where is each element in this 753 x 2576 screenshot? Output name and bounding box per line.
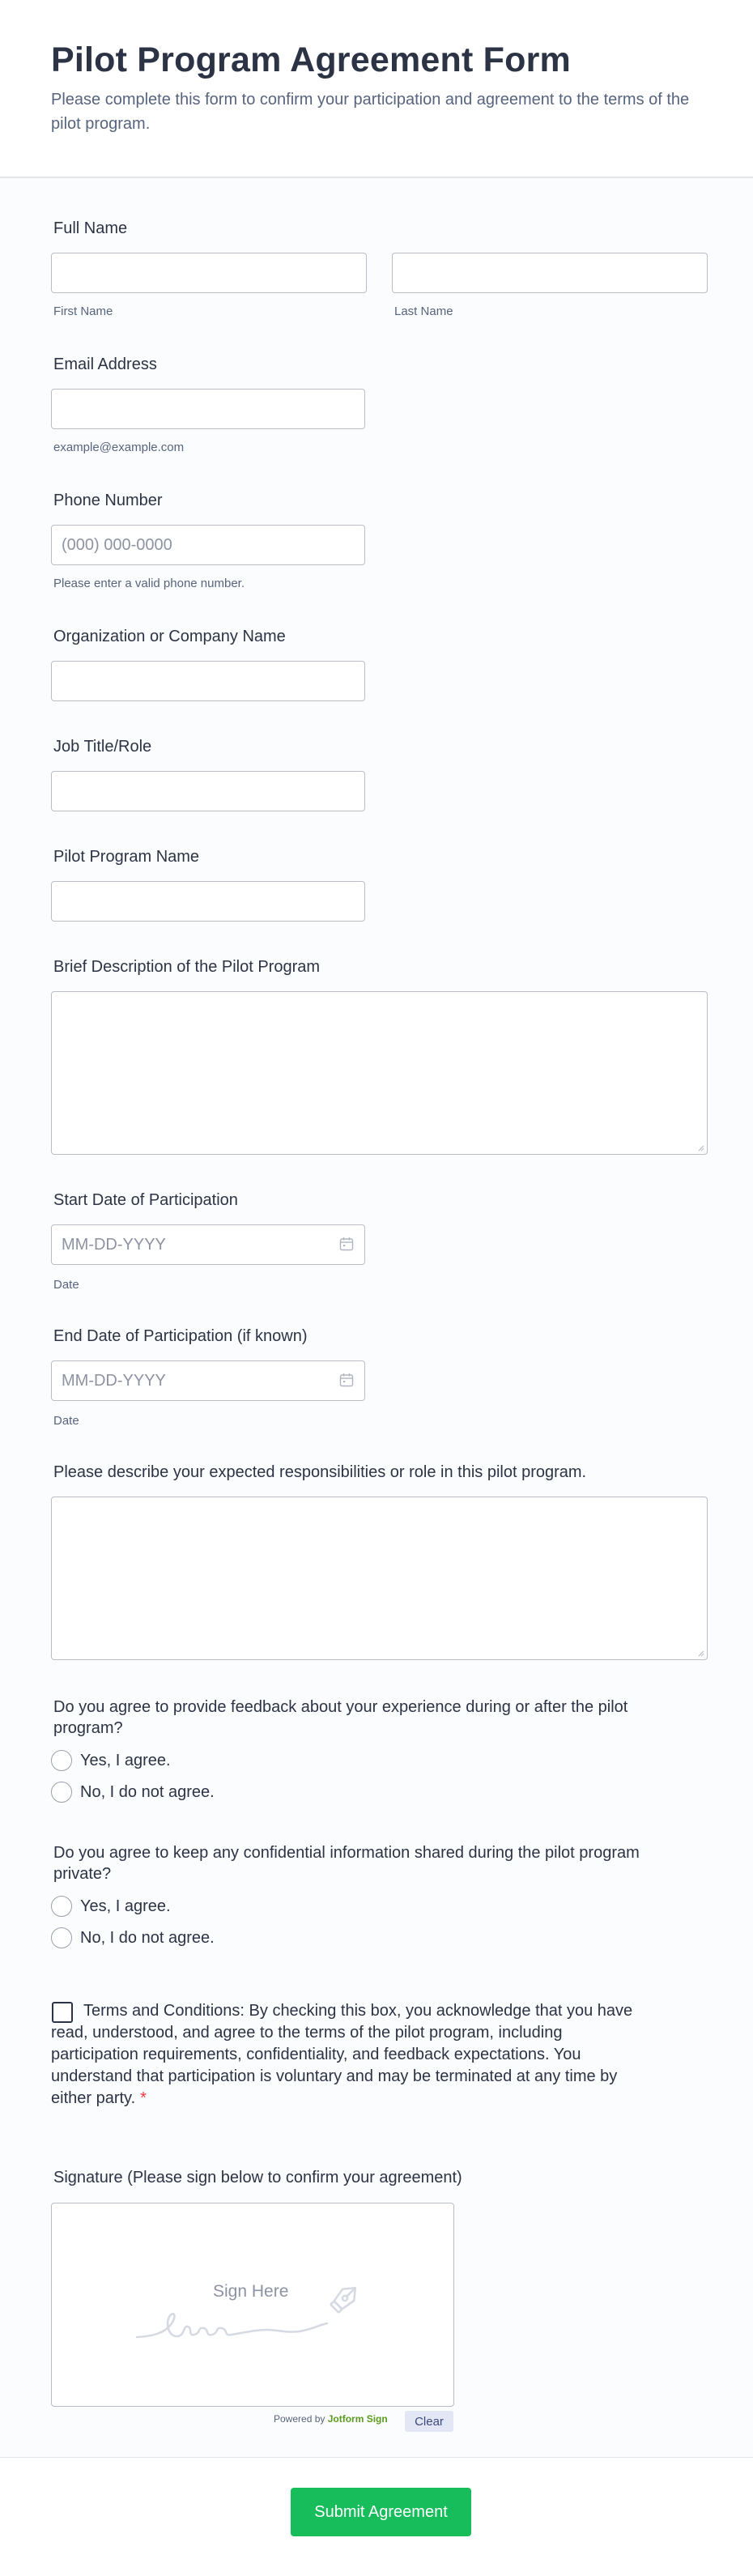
footer-divider xyxy=(0,2457,753,2458)
signature-pad[interactable]: Sign Here xyxy=(51,2203,454,2407)
signature-label: Signature (Please sign below to confirm … xyxy=(53,2169,462,2186)
radio-button[interactable] xyxy=(51,1927,72,1948)
first-name-input[interactable] xyxy=(51,253,367,293)
start-date-label: Start Date of Participation xyxy=(53,1191,238,1209)
job-title-label: Job Title/Role xyxy=(53,738,152,756)
phone-sublabel: Please enter a valid phone number. xyxy=(53,577,245,590)
radio-label: Yes, I agree. xyxy=(80,1897,171,1915)
calendar-icon[interactable] xyxy=(339,1237,354,1251)
end-date-input[interactable] xyxy=(51,1360,365,1401)
start-date-input[interactable] xyxy=(51,1224,365,1265)
powered-prefix: Powered by xyxy=(274,2413,325,2425)
start-date-field xyxy=(51,1224,365,1265)
form-header: Pilot Program Agreement Form Please comp… xyxy=(0,0,753,178)
start-date-sublabel: Date xyxy=(53,1278,79,1292)
email-label: Email Address xyxy=(53,356,157,373)
jotform-sign-brand: Jotform Sign xyxy=(327,2413,388,2425)
responsibilities-label: Please describe your expected responsibi… xyxy=(53,1463,587,1481)
end-date-field xyxy=(51,1360,365,1401)
radio-button[interactable] xyxy=(51,1750,72,1771)
email-sublabel: example@example.com xyxy=(53,441,185,454)
terms-text[interactable]: Terms and Conditions: By checking this b… xyxy=(51,2000,634,2110)
required-mark: * xyxy=(140,2089,147,2107)
confidential-question: Do you agree to keep any confidential in… xyxy=(53,1844,640,1883)
confidential-option-yes[interactable]: Yes, I agree. xyxy=(51,1895,171,1918)
phone-input[interactable] xyxy=(51,525,365,565)
form-subtitle: Please complete this form to confirm you… xyxy=(51,91,690,133)
end-date-sublabel: Date xyxy=(53,1414,79,1428)
last-name-sublabel: Last Name xyxy=(394,304,453,318)
feedback-option-yes[interactable]: Yes, I agree. xyxy=(51,1749,171,1772)
submit-button[interactable]: Submit Agreement xyxy=(291,2488,471,2536)
clear-signature-button[interactable]: Clear xyxy=(405,2411,453,2432)
pen-nib-icon xyxy=(330,2287,356,2314)
full-name-label: Full Name xyxy=(53,219,128,237)
confidential-option-no[interactable]: No, I do not agree. xyxy=(51,1927,215,1949)
radio-label: Yes, I agree. xyxy=(80,1751,171,1769)
radio-label: No, I do not agree. xyxy=(80,1782,215,1801)
job-title-input[interactable] xyxy=(51,771,365,811)
resize-grip-icon[interactable] xyxy=(696,1649,704,1657)
sign-here-placeholder: Sign Here xyxy=(213,2282,289,2301)
calendar-icon[interactable] xyxy=(339,1373,354,1387)
terms-label: Terms and Conditions: By checking this b… xyxy=(51,2002,633,2107)
radio-button[interactable] xyxy=(51,1782,72,1803)
email-input[interactable] xyxy=(51,389,365,429)
phone-label: Phone Number xyxy=(53,492,163,509)
feedback-question: Do you agree to provide feedback about y… xyxy=(53,1698,628,1737)
radio-button[interactable] xyxy=(51,1896,72,1917)
first-name-sublabel: First Name xyxy=(53,304,113,318)
pilot-name-input[interactable] xyxy=(51,881,365,922)
resize-grip-icon[interactable] xyxy=(696,1143,704,1152)
form-body xyxy=(0,178,753,2459)
pilot-name-label: Pilot Program Name xyxy=(53,848,200,866)
description-label: Brief Description of the Pilot Program xyxy=(53,958,321,976)
responsibilities-textarea[interactable] xyxy=(51,1497,708,1660)
organization-label: Organization or Company Name xyxy=(53,628,286,645)
feedback-option-no[interactable]: No, I do not agree. xyxy=(51,1781,215,1803)
end-date-label: End Date of Participation (if known) xyxy=(53,1327,308,1345)
powered-by-text: Powered by Jotform Sign xyxy=(274,2413,388,2425)
form-title: Pilot Program Agreement Form xyxy=(51,40,571,79)
last-name-input[interactable] xyxy=(392,253,708,293)
organization-input[interactable] xyxy=(51,661,365,701)
radio-label: No, I do not agree. xyxy=(80,1928,215,1947)
description-textarea[interactable] xyxy=(51,991,708,1155)
